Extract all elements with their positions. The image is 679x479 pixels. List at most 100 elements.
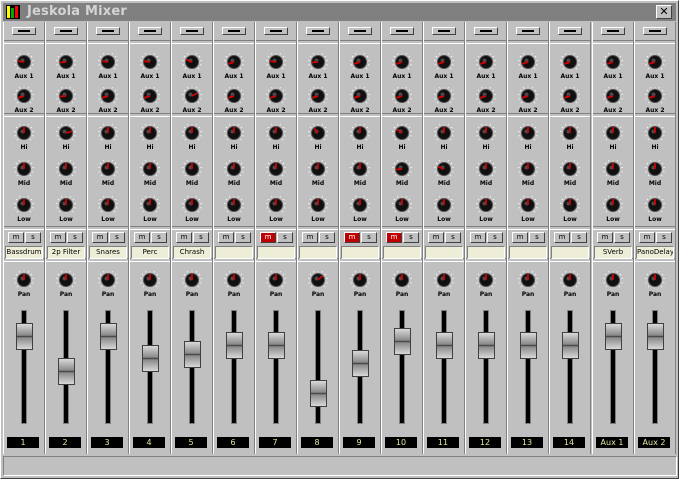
mid-knob[interactable]: Mid: [344, 160, 376, 190]
pan-knob[interactable]: Pan: [134, 271, 166, 301]
aux2-knob[interactable]: Aux 2: [260, 87, 292, 117]
strip-menu-button[interactable]: [306, 27, 330, 35]
mid-knob[interactable]: Mid: [554, 160, 586, 190]
aux1-knob[interactable]: Aux 1: [554, 53, 586, 83]
channel-name-field[interactable]: [257, 246, 295, 259]
volume-fader[interactable]: [478, 332, 495, 359]
channel-name-field[interactable]: PanoDelay: [636, 246, 674, 259]
volume-fader[interactable]: [605, 323, 622, 350]
low-knob[interactable]: Low: [302, 196, 334, 226]
mute-button[interactable]: m: [50, 232, 66, 243]
low-knob[interactable]: Low: [428, 196, 460, 226]
aux2-knob[interactable]: Aux 2: [512, 87, 544, 117]
solo-button[interactable]: s: [25, 232, 41, 243]
hi-knob[interactable]: Hi: [428, 124, 460, 154]
channel-name-field[interactable]: [299, 246, 337, 259]
channel-name-field[interactable]: [467, 246, 505, 259]
mid-knob[interactable]: Mid: [597, 160, 629, 190]
close-button[interactable]: ✕: [656, 5, 672, 19]
solo-button[interactable]: s: [445, 232, 461, 243]
channel-name-field[interactable]: 2p Filter: [47, 246, 85, 259]
volume-fader[interactable]: [520, 332, 537, 359]
aux2-knob[interactable]: Aux 2: [302, 87, 334, 117]
volume-fader[interactable]: [268, 332, 285, 359]
aux2-knob[interactable]: Aux 2: [554, 87, 586, 117]
aux1-knob[interactable]: Aux 1: [218, 53, 250, 83]
pan-knob[interactable]: Pan: [344, 271, 376, 301]
aux2-knob[interactable]: Aux 2: [470, 87, 502, 117]
aux1-knob[interactable]: Aux 1: [344, 53, 376, 83]
volume-fader[interactable]: [394, 328, 411, 355]
aux1-knob[interactable]: Aux 1: [512, 53, 544, 83]
mute-button[interactable]: m: [344, 232, 360, 243]
aux1-knob[interactable]: Aux 1: [50, 53, 82, 83]
hi-knob[interactable]: Hi: [176, 124, 208, 154]
mute-button[interactable]: m: [554, 232, 570, 243]
mute-button[interactable]: m: [302, 232, 318, 243]
solo-button[interactable]: s: [361, 232, 377, 243]
mid-knob[interactable]: Mid: [8, 160, 40, 190]
pan-knob[interactable]: Pan: [92, 271, 124, 301]
title-bar[interactable]: Jeskola Mixer ✕: [3, 3, 676, 21]
strip-menu-button[interactable]: [96, 27, 120, 35]
strip-menu-button[interactable]: [138, 27, 162, 35]
low-knob[interactable]: Low: [218, 196, 250, 226]
strip-menu-button[interactable]: [474, 27, 498, 35]
hi-knob[interactable]: Hi: [470, 124, 502, 154]
mute-button[interactable]: m: [92, 232, 108, 243]
hi-knob[interactable]: Hi: [386, 124, 418, 154]
strip-menu-button[interactable]: [222, 27, 246, 35]
channel-name-field[interactable]: Perc: [131, 246, 169, 259]
aux2-knob[interactable]: Aux 2: [50, 87, 82, 117]
low-knob[interactable]: Low: [512, 196, 544, 226]
solo-button[interactable]: s: [614, 232, 630, 243]
hi-knob[interactable]: Hi: [554, 124, 586, 154]
strip-menu-button[interactable]: [558, 27, 582, 35]
aux2-knob[interactable]: Aux 2: [639, 87, 671, 117]
mute-button[interactable]: m: [639, 232, 655, 243]
mute-button[interactable]: m: [386, 232, 402, 243]
volume-fader[interactable]: [16, 323, 33, 350]
pan-knob[interactable]: Pan: [470, 271, 502, 301]
solo-button[interactable]: s: [529, 232, 545, 243]
aux2-knob[interactable]: Aux 2: [134, 87, 166, 117]
low-knob[interactable]: Low: [639, 196, 671, 226]
aux1-knob[interactable]: Aux 1: [260, 53, 292, 83]
mid-knob[interactable]: Mid: [176, 160, 208, 190]
volume-fader[interactable]: [100, 323, 117, 350]
low-knob[interactable]: Low: [176, 196, 208, 226]
hi-knob[interactable]: Hi: [512, 124, 544, 154]
mid-knob[interactable]: Mid: [218, 160, 250, 190]
low-knob[interactable]: Low: [8, 196, 40, 226]
strip-menu-button[interactable]: [12, 27, 36, 35]
strip-menu-button[interactable]: [601, 27, 625, 35]
low-knob[interactable]: Low: [470, 196, 502, 226]
mute-button[interactable]: m: [597, 232, 613, 243]
aux1-knob[interactable]: Aux 1: [176, 53, 208, 83]
mute-button[interactable]: m: [428, 232, 444, 243]
mid-knob[interactable]: Mid: [134, 160, 166, 190]
pan-knob[interactable]: Pan: [639, 271, 671, 301]
hi-knob[interactable]: Hi: [260, 124, 292, 154]
aux1-knob[interactable]: Aux 1: [428, 53, 460, 83]
aux2-knob[interactable]: Aux 2: [8, 87, 40, 117]
volume-fader[interactable]: [184, 341, 201, 368]
hi-knob[interactable]: Hi: [218, 124, 250, 154]
hi-knob[interactable]: Hi: [344, 124, 376, 154]
channel-name-field[interactable]: Bassdrum: [5, 246, 43, 259]
aux1-knob[interactable]: Aux 1: [92, 53, 124, 83]
pan-knob[interactable]: Pan: [428, 271, 460, 301]
solo-button[interactable]: s: [277, 232, 293, 243]
hi-knob[interactable]: Hi: [8, 124, 40, 154]
pan-knob[interactable]: Pan: [302, 271, 334, 301]
hi-knob[interactable]: Hi: [302, 124, 334, 154]
mute-button[interactable]: m: [8, 232, 24, 243]
mute-button[interactable]: m: [134, 232, 150, 243]
channel-name-field[interactable]: [425, 246, 463, 259]
strip-menu-button[interactable]: [390, 27, 414, 35]
channel-name-field[interactable]: [509, 246, 547, 259]
low-knob[interactable]: Low: [597, 196, 629, 226]
aux2-knob[interactable]: Aux 2: [386, 87, 418, 117]
pan-knob[interactable]: Pan: [218, 271, 250, 301]
pan-knob[interactable]: Pan: [597, 271, 629, 301]
